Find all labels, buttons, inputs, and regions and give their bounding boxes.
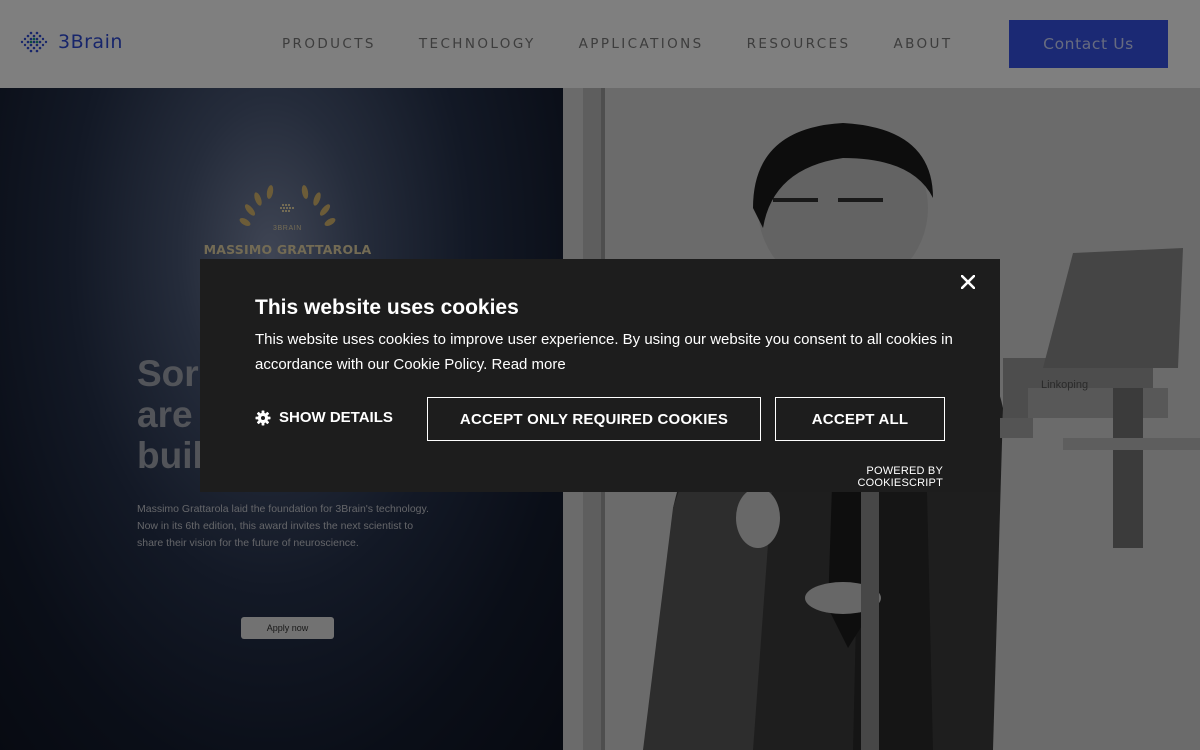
cookie-title: This website uses cookies [255, 296, 519, 319]
gear-icon [255, 410, 271, 425]
cookie-message: This website uses cookies to improve use… [255, 327, 955, 377]
show-details-label: SHOW DETAILS [279, 409, 393, 426]
accept-all-cookies-button[interactable]: ACCEPT ALL [775, 397, 945, 441]
cookie-message-text: This website uses cookies to improve use… [255, 331, 953, 373]
accept-required-cookies-button[interactable]: ACCEPT ONLY REQUIRED COOKIES [427, 397, 761, 441]
show-details-toggle[interactable]: SHOW DETAILS [255, 409, 393, 426]
close-icon[interactable] [956, 270, 980, 294]
powered-by-link[interactable]: POWERED BY COOKIESCRIPT [782, 465, 943, 489]
read-more-link[interactable]: Read more [492, 356, 566, 373]
cookie-consent-dialog: This website uses cookies This website u… [200, 259, 1000, 492]
